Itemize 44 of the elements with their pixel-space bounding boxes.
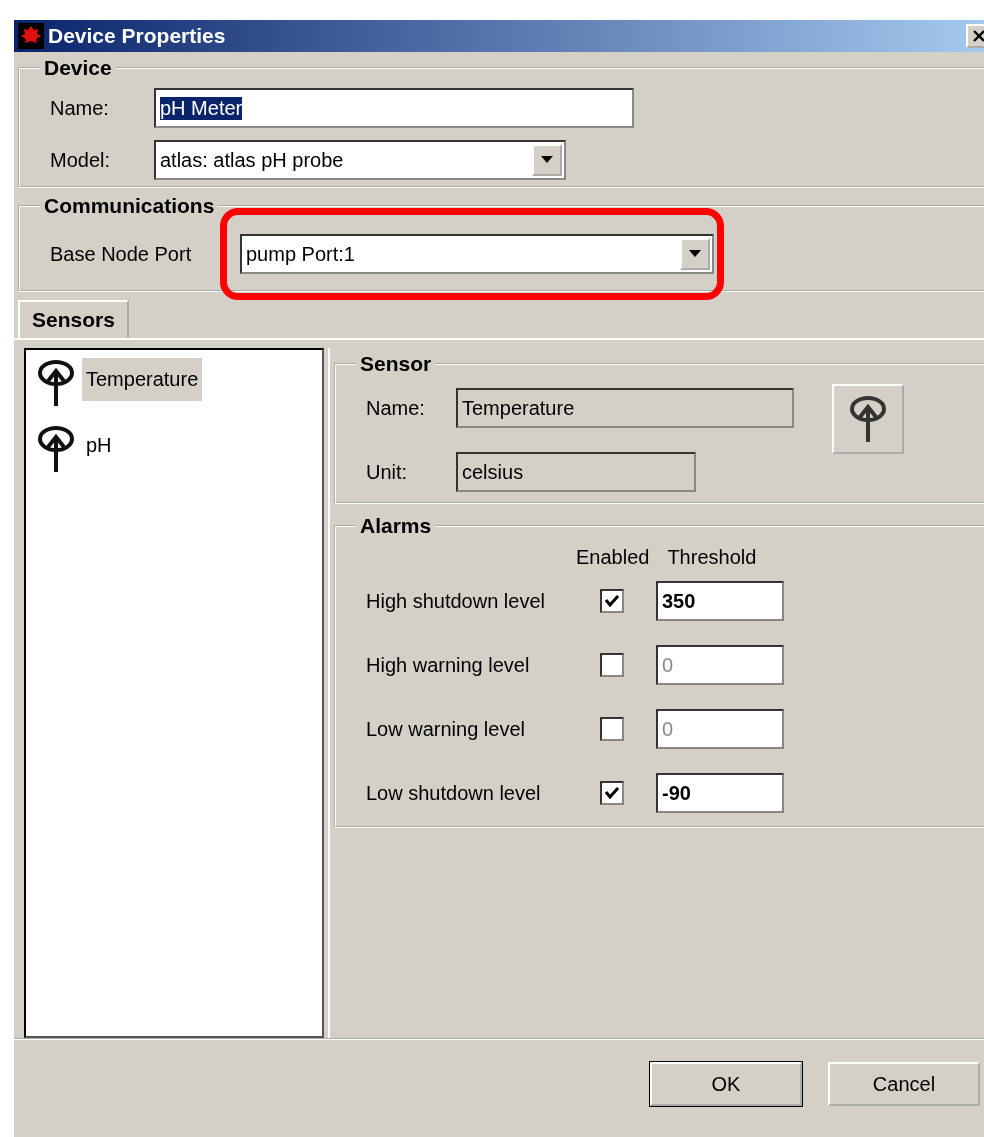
threshold-field[interactable]: 0 [656, 709, 784, 749]
tab[interactable]: Sensors [18, 300, 129, 338]
sensor-name-field[interactable]: Temperature [456, 388, 794, 428]
checkbox[interactable] [600, 653, 624, 677]
model-dropdown[interactable]: atlas: atlas pH probe [154, 140, 566, 180]
name-field[interactable]: pH Meter [154, 88, 634, 128]
sensor-icon [36, 358, 76, 408]
sensor-icon [848, 394, 888, 444]
alarm-label: Low shutdown level [366, 781, 542, 805]
field-label: Name: [50, 96, 110, 120]
unit-field[interactable]: celsius [456, 452, 696, 492]
field-label: Model: [50, 148, 112, 172]
field-label: Name: [366, 396, 426, 420]
field-label: Base Node Port [50, 242, 193, 266]
alarm-label: High warning level [366, 653, 531, 677]
column-header: Enabled [576, 546, 650, 569]
close-icon [972, 29, 984, 43]
column-header: Threshold [667, 546, 757, 569]
alarm-label: High shutdown level [366, 589, 546, 613]
list-item[interactable]: Temperature [82, 358, 203, 401]
checkbox[interactable] [600, 717, 624, 741]
port-dropdown[interactable]: pump Port:1 [240, 234, 714, 274]
threshold-field[interactable]: 350 [656, 581, 784, 621]
threshold-field[interactable]: 0 [656, 645, 784, 685]
group-title: Sensor [359, 352, 433, 376]
field-label: Unit: [366, 460, 409, 484]
check-icon [604, 594, 620, 608]
app-icon [18, 23, 44, 49]
check-icon [604, 786, 620, 800]
dropdown-arrow-icon [541, 156, 553, 164]
checkbox[interactable] [600, 589, 624, 613]
alarm-label: Low warning level [366, 717, 526, 741]
sensor-icon-button[interactable] [832, 384, 904, 454]
list-item[interactable]: pH [82, 424, 116, 467]
sensor-icon [36, 424, 76, 474]
checkbox[interactable] [600, 781, 624, 805]
window-title: Device Properties [48, 24, 227, 48]
group-title: Alarms [359, 514, 433, 538]
group-title: Communications [43, 194, 216, 218]
threshold-field[interactable]: -90 [656, 773, 784, 813]
dropdown-arrow-icon [689, 250, 701, 258]
dialog-button[interactable]: Cancel [828, 1062, 980, 1106]
dialog-button[interactable]: OK [650, 1062, 802, 1106]
group-title: Device [43, 56, 113, 80]
